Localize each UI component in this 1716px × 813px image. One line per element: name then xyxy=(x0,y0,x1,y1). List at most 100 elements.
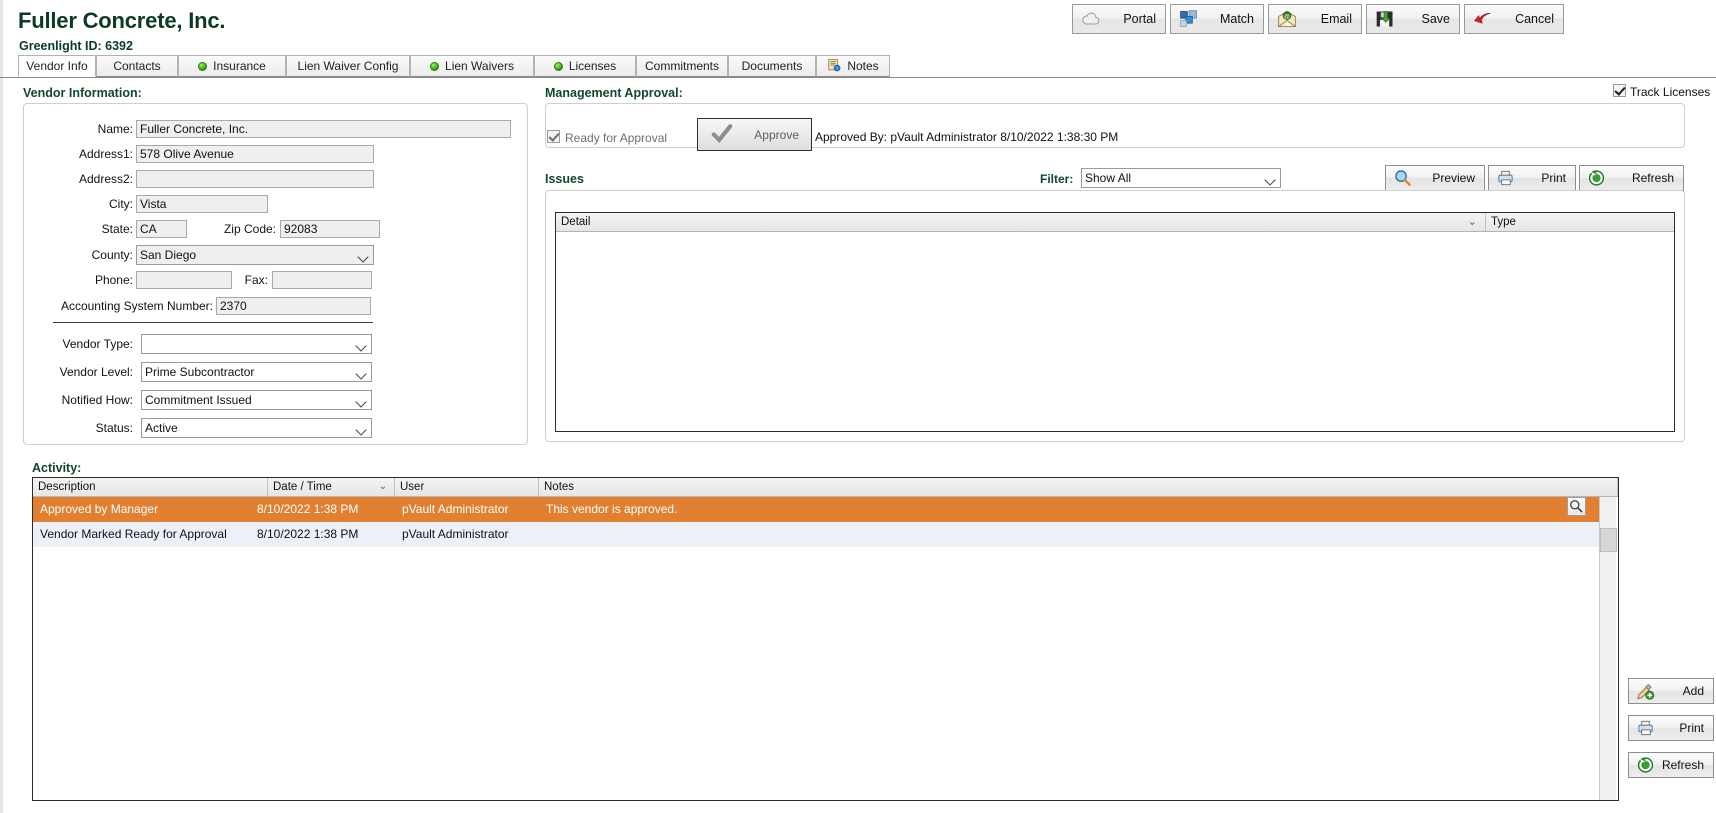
tab-label: Vendor Info xyxy=(26,59,88,73)
tab-label: Commitments xyxy=(644,59,719,73)
tab-label: Lien Waiver Config xyxy=(297,59,399,73)
notes-document-icon: i xyxy=(827,58,841,75)
activity-column-description-label: Description xyxy=(38,481,96,493)
ready-for-approval-checkbox[interactable] xyxy=(547,130,560,143)
tab-label: Documents xyxy=(741,59,803,73)
tab-label: Lien Waivers xyxy=(445,59,514,73)
accounting-system-number-input[interactable]: 2370 xyxy=(216,297,371,315)
accounting-system-number-label: Accounting System Number: xyxy=(60,299,213,313)
match-button[interactable]: Match xyxy=(1170,4,1264,34)
vendor-level-label: Vendor Level: xyxy=(59,365,133,379)
cancel-button[interactable]: Cancel xyxy=(1464,4,1564,34)
county-select[interactable]: San Diego xyxy=(136,245,374,265)
activity-print-label: Print xyxy=(1679,721,1704,735)
vendor-type-select[interactable] xyxy=(141,334,372,354)
status-dot-icon xyxy=(430,61,440,71)
address1-field-label: Address1: xyxy=(78,147,133,161)
address2-field-label: Address2: xyxy=(78,172,133,186)
address1-input[interactable]: 578 Olive Avenue xyxy=(136,145,374,163)
tab-label: Contacts xyxy=(113,59,161,73)
fax-field-label: Fax: xyxy=(244,273,268,287)
vendor-level-select[interactable]: Prime Subcontractor xyxy=(141,362,372,382)
city-field-label: City: xyxy=(109,197,133,211)
approve-button[interactable]: Approve xyxy=(697,118,812,151)
activity-add-button[interactable]: Add xyxy=(1628,678,1714,704)
management-approval-heading: Management Approval: xyxy=(545,86,683,100)
sort-indicator-icon: ⌄ xyxy=(1467,216,1477,228)
sort-indicator-icon: ⌄ xyxy=(378,481,387,492)
activity-cell-notes: This vendor is approved. xyxy=(546,502,678,516)
issues-refresh-button[interactable]: Refresh xyxy=(1579,165,1684,191)
issues-column-type[interactable]: Type xyxy=(1486,213,1674,231)
phone-input[interactable] xyxy=(136,271,232,289)
approved-by-text: Approved By: pVault Administrator 8/10/2… xyxy=(815,130,1119,144)
floppy-disk-icon xyxy=(1375,9,1395,29)
tab-contacts[interactable]: Contacts xyxy=(96,55,178,77)
issues-grid: Detail ⌄ Type xyxy=(555,212,1675,432)
activity-print-button[interactable]: Print xyxy=(1628,715,1714,741)
activity-grid: Description Date / Time ⌄ User Notes App… xyxy=(32,477,1619,801)
tab-licenses[interactable]: Licenses xyxy=(534,55,636,77)
zip-input[interactable]: 92083 xyxy=(280,220,380,238)
fax-input[interactable] xyxy=(272,271,372,289)
activity-column-datetime[interactable]: Date / Time ⌄ xyxy=(268,478,395,496)
notified-how-label: Notified How: xyxy=(61,393,133,407)
issues-filter-select[interactable]: Show All xyxy=(1081,168,1281,188)
issues-print-label: Print xyxy=(1541,171,1566,185)
tab-vendor-info[interactable]: Vendor Info xyxy=(18,55,96,77)
activity-cell-datetime: 8/10/2022 1:38 PM xyxy=(257,527,359,541)
zip-field-label: Zip Code: xyxy=(223,222,276,236)
tab-lien-waivers[interactable]: Lien Waivers xyxy=(410,55,534,77)
track-licenses-checkbox[interactable] xyxy=(1613,84,1626,97)
county-field-label: County: xyxy=(91,248,133,262)
table-row[interactable]: Approved by Manager 8/10/2022 1:38 PM pV… xyxy=(33,497,1599,522)
activity-column-notes[interactable]: Notes xyxy=(539,478,1618,496)
save-button[interactable]: Save xyxy=(1366,4,1460,34)
activity-grid-header: Description Date / Time ⌄ User Notes xyxy=(33,478,1618,497)
activity-scrollbar-thumb[interactable] xyxy=(1600,528,1617,552)
activity-column-datetime-label: Date / Time xyxy=(273,481,332,493)
activity-refresh-button[interactable]: Refresh xyxy=(1628,752,1714,778)
activity-row-inspect-button[interactable] xyxy=(1567,497,1586,516)
issues-preview-button[interactable]: Preview xyxy=(1385,165,1485,191)
tab-commitments[interactable]: Commitments xyxy=(636,55,728,77)
table-row[interactable]: Vendor Marked Ready for Approval 8/10/20… xyxy=(33,522,1599,547)
svg-text:i: i xyxy=(837,65,838,70)
refresh-icon xyxy=(1587,169,1606,188)
tab-lien-waiver-config[interactable]: Lien Waiver Config xyxy=(286,55,410,77)
activity-column-user[interactable]: User xyxy=(395,478,539,496)
track-licenses-label: Track Licenses xyxy=(1630,85,1711,99)
window-header: Fuller Concrete, Inc. Greenlight ID: 639… xyxy=(0,0,1716,53)
portal-button-label: Portal xyxy=(1123,12,1156,26)
address2-input[interactable] xyxy=(136,170,374,188)
issues-grid-header: Detail ⌄ Type xyxy=(556,213,1674,232)
issues-column-detail-label: Detail xyxy=(561,216,591,228)
issues-print-button[interactable]: Print xyxy=(1488,165,1576,191)
status-select[interactable]: Active xyxy=(141,418,372,438)
tab-documents[interactable]: Documents xyxy=(728,55,816,77)
window-left-rail xyxy=(0,0,3,813)
portal-button[interactable]: Portal xyxy=(1072,4,1166,34)
issues-column-detail[interactable]: Detail ⌄ xyxy=(556,213,1486,231)
notified-how-select[interactable]: Commitment Issued xyxy=(141,390,372,410)
email-button[interactable]: @ Email xyxy=(1268,4,1362,34)
email-button-label: Email xyxy=(1320,12,1352,26)
match-button-label: Match xyxy=(1219,12,1254,26)
name-input[interactable]: Fuller Concrete, Inc. xyxy=(136,120,511,138)
name-field-label: Name: xyxy=(97,122,133,136)
tab-insurance[interactable]: Insurance xyxy=(178,55,286,77)
state-input[interactable]: CA xyxy=(136,220,187,238)
activity-column-description[interactable]: Description xyxy=(33,478,268,496)
city-input[interactable]: Vista xyxy=(136,195,268,213)
vendor-information-heading: Vendor Information: xyxy=(23,86,142,100)
printer-icon xyxy=(1496,169,1515,188)
activity-column-user-label: User xyxy=(400,481,425,493)
activity-heading: Activity: xyxy=(32,461,82,475)
match-squares-icon xyxy=(1179,9,1199,29)
tab-notes[interactable]: i Notes xyxy=(816,55,890,77)
red-arrow-icon xyxy=(1473,9,1493,29)
state-field-label: State: xyxy=(101,222,133,236)
activity-scrollbar[interactable] xyxy=(1599,497,1617,800)
page-title: Fuller Concrete, Inc. xyxy=(18,8,226,33)
svg-text:@: @ xyxy=(1284,14,1290,20)
